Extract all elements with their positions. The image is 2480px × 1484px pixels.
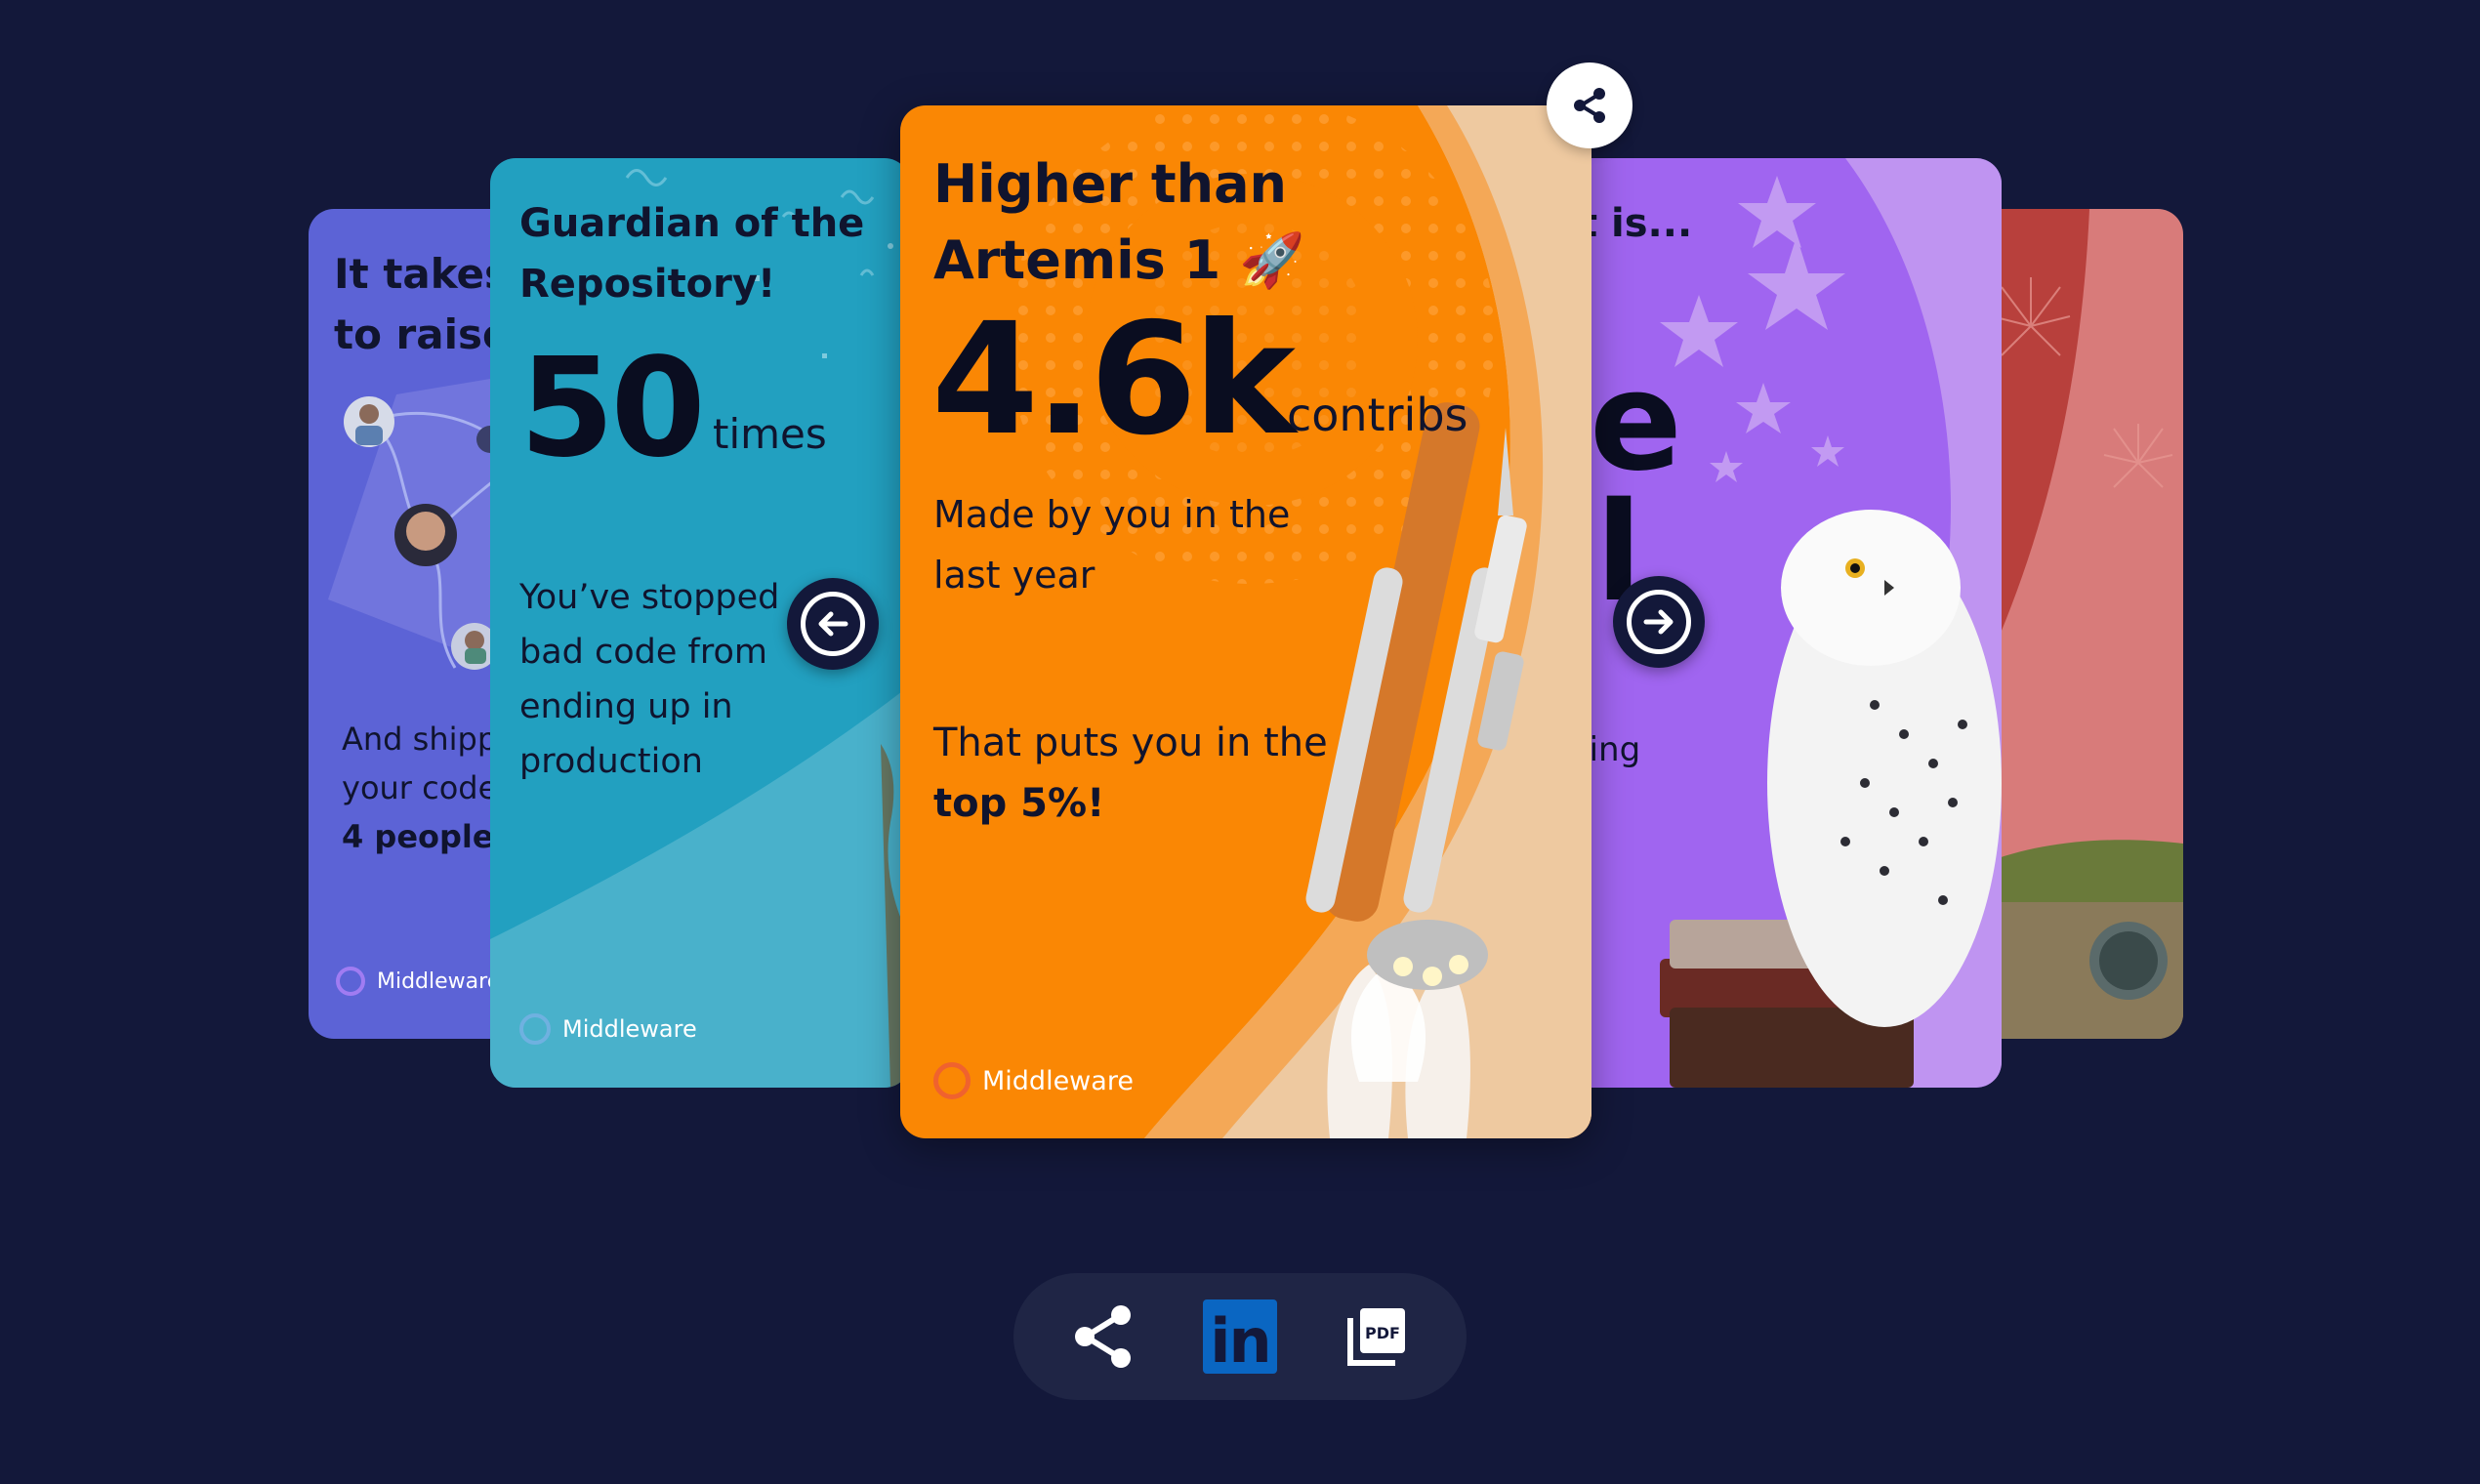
card-title: at is...: [1552, 201, 1693, 246]
pdf-label: PDF: [1365, 1324, 1400, 1342]
share-icon: [1075, 1305, 1131, 1368]
middleware-logo-icon: [336, 967, 365, 996]
share-card-button[interactable]: [1547, 62, 1633, 148]
brand-logo: Middleware: [933, 1062, 1134, 1099]
card-title: Higher than Artemis 1 🚀: [933, 153, 1305, 291]
stat-number: 50: [519, 329, 706, 488]
stat-number: 4.6k: [931, 290, 1296, 470]
middleware-logo-icon: [933, 1062, 971, 1099]
download-pdf-button[interactable]: PDF: [1340, 1299, 1414, 1374]
previous-card-button[interactable]: [787, 578, 879, 670]
next-card-button[interactable]: [1613, 576, 1705, 668]
arrow-right-icon: [1643, 609, 1674, 635]
share-button[interactable]: [1066, 1299, 1140, 1374]
brand-logo: Middleware: [519, 1013, 697, 1045]
card-title: Guardian of the Repository!: [519, 201, 865, 307]
card-description: You’ve stopped bad code from ending up i…: [519, 578, 780, 781]
card-highlight: That puts you in the top 5%!: [933, 721, 1328, 826]
stat-unit: times: [713, 410, 827, 458]
pdf-icon: PDF: [1347, 1308, 1405, 1366]
share-toolbar: in PDF: [1013, 1273, 1467, 1400]
brand-logo: Middleware: [336, 967, 500, 996]
card-description: Made by you in the last year: [933, 493, 1291, 597]
linkedin-icon: in: [1203, 1299, 1277, 1374]
middleware-logo-icon: [519, 1013, 551, 1045]
share-icon: [1574, 88, 1605, 123]
stat-unit: contribs: [1287, 389, 1468, 441]
card-higher-than-artemis[interactable]: Higher than Artemis 1 🚀 4.6k contribs Ma…: [900, 105, 1591, 1138]
linkedin-share-button[interactable]: in: [1203, 1299, 1277, 1374]
arrow-left-icon: [818, 611, 848, 637]
